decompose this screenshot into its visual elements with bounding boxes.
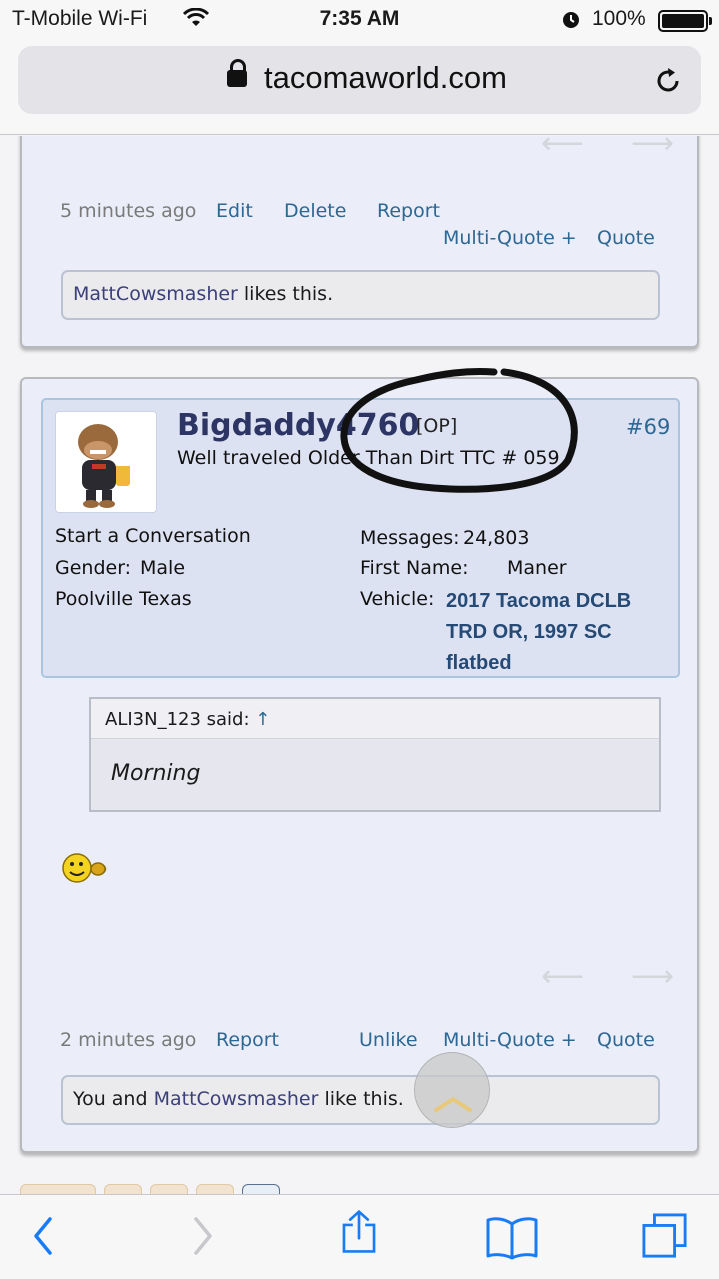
vehicle-value[interactable]: 2017 Tacoma DCLB TRD OR, 1997 SC flatbed bbox=[446, 586, 666, 679]
forward-icon[interactable] bbox=[188, 1213, 218, 1259]
quote-jump-icon[interactable]: ↑ bbox=[255, 709, 270, 730]
prev-arrow-icon[interactable]: ⟵ bbox=[541, 136, 584, 161]
post-time[interactable]: 2 minutes ago bbox=[60, 1029, 196, 1051]
page-tab[interactable] bbox=[20, 1184, 96, 1194]
page-tab-current[interactable] bbox=[242, 1184, 280, 1194]
post-nav-arrows: ⟵ ⟶ bbox=[541, 959, 674, 994]
likes-prefix: You and bbox=[73, 1088, 154, 1110]
vehicle-line: TRD OR, 1997 SC bbox=[446, 621, 612, 643]
back-icon[interactable] bbox=[28, 1213, 58, 1259]
vehicle-line: 2017 Tacoma DCLB bbox=[446, 590, 632, 612]
battery-tip bbox=[709, 17, 712, 25]
share-icon[interactable] bbox=[338, 1209, 380, 1255]
likes-suffix: like this. bbox=[318, 1088, 404, 1110]
prev-arrow-icon[interactable]: ⟵ bbox=[541, 959, 584, 994]
first-name-value: Maner bbox=[507, 557, 567, 579]
quote-header: ALI3N_123 said: ↑ bbox=[91, 699, 659, 739]
delete-link[interactable]: Delete bbox=[284, 200, 346, 222]
likes-text: likes this. bbox=[237, 283, 334, 305]
report-link[interactable]: Report bbox=[377, 200, 440, 222]
messages-value: 24,803 bbox=[463, 527, 530, 549]
next-arrow-icon[interactable]: ⟶ bbox=[631, 959, 674, 994]
hand-drawn-circle-annotation bbox=[340, 368, 578, 493]
likes-user-link[interactable]: MattCowsmasher bbox=[154, 1088, 319, 1110]
post-69: Bigdaddy4760 [OP] #69 Well traveled Olde… bbox=[20, 368, 699, 1153]
quote-link[interactable]: Quote bbox=[597, 227, 655, 249]
post-nav-arrows: ⟵ ⟶ bbox=[541, 136, 674, 161]
start-conversation-link[interactable]: Start a Conversation bbox=[55, 525, 251, 547]
lock-icon bbox=[227, 59, 247, 87]
likes-summary: You and MattCowsmasher like this. bbox=[61, 1075, 660, 1125]
bulldog-avatar-icon bbox=[78, 424, 130, 508]
status-bar: T-Mobile Wi-Fi 7:35 AM 100% bbox=[0, 0, 719, 40]
page-tab[interactable] bbox=[150, 1184, 188, 1194]
post-previous: ⟵ ⟶ 5 minutes ago Edit Delete Report Mul… bbox=[20, 136, 699, 348]
vehicle-line: flatbed bbox=[446, 652, 512, 674]
alarm-icon bbox=[563, 12, 579, 28]
multi-quote-link[interactable]: Multi-Quote + bbox=[443, 227, 577, 249]
browser-chrome: tacomaworld.com bbox=[0, 40, 719, 135]
vehicle-label: Vehicle: bbox=[360, 588, 435, 610]
user-info-block: Bigdaddy4760 [OP] #69 Well traveled Olde… bbox=[41, 368, 680, 679]
reload-icon[interactable] bbox=[653, 66, 683, 96]
gender-label: Gender: bbox=[55, 557, 132, 579]
address-host[interactable]: tacomaworld.com bbox=[264, 60, 507, 96]
bookmarks-icon[interactable] bbox=[486, 1215, 538, 1261]
likes-summary: MattCowsmasher likes this. bbox=[61, 270, 660, 320]
quote-link[interactable]: Quote bbox=[597, 1029, 655, 1051]
battery-icon bbox=[658, 10, 708, 32]
quote-author: ALI3N_123 said: bbox=[105, 709, 250, 730]
likes-user-link[interactable]: MattCowsmasher bbox=[73, 283, 238, 305]
post-meta-row: 5 minutes ago bbox=[60, 200, 196, 222]
edit-link[interactable]: Edit bbox=[216, 200, 253, 222]
first-name-label: First Name: bbox=[360, 557, 469, 579]
browser-toolbar bbox=[0, 1194, 719, 1279]
page-tab[interactable] bbox=[104, 1184, 142, 1194]
tabs-icon[interactable] bbox=[640, 1213, 690, 1259]
report-link[interactable]: Report bbox=[216, 1029, 279, 1051]
scroll-to-top-button[interactable]: ︿ bbox=[414, 1052, 490, 1128]
messages-label: Messages: bbox=[360, 527, 460, 549]
coffee-smiley-icon bbox=[62, 853, 107, 883]
unlike-link[interactable]: Unlike bbox=[359, 1029, 418, 1051]
avatar[interactable] bbox=[55, 411, 157, 513]
chevron-up-icon: ︿ bbox=[433, 1073, 473, 1119]
page-tab[interactable] bbox=[196, 1184, 234, 1194]
quote-block: ALI3N_123 said: ↑ Morning bbox=[89, 697, 661, 812]
location: Poolville Texas bbox=[55, 588, 192, 610]
post-number[interactable]: #69 bbox=[626, 415, 670, 439]
page-content[interactable]: ⟵ ⟶ 5 minutes ago Edit Delete Report Mul… bbox=[0, 136, 719, 1194]
battery-percent: 100% bbox=[592, 7, 646, 30]
multi-quote-link[interactable]: Multi-Quote + bbox=[443, 1029, 577, 1051]
next-arrow-icon[interactable]: ⟶ bbox=[631, 136, 674, 161]
post-time[interactable]: 5 minutes ago bbox=[60, 200, 196, 222]
gender-value: Male bbox=[140, 557, 186, 579]
address-bar[interactable]: tacomaworld.com bbox=[18, 46, 701, 114]
quote-body: Morning bbox=[111, 761, 201, 786]
